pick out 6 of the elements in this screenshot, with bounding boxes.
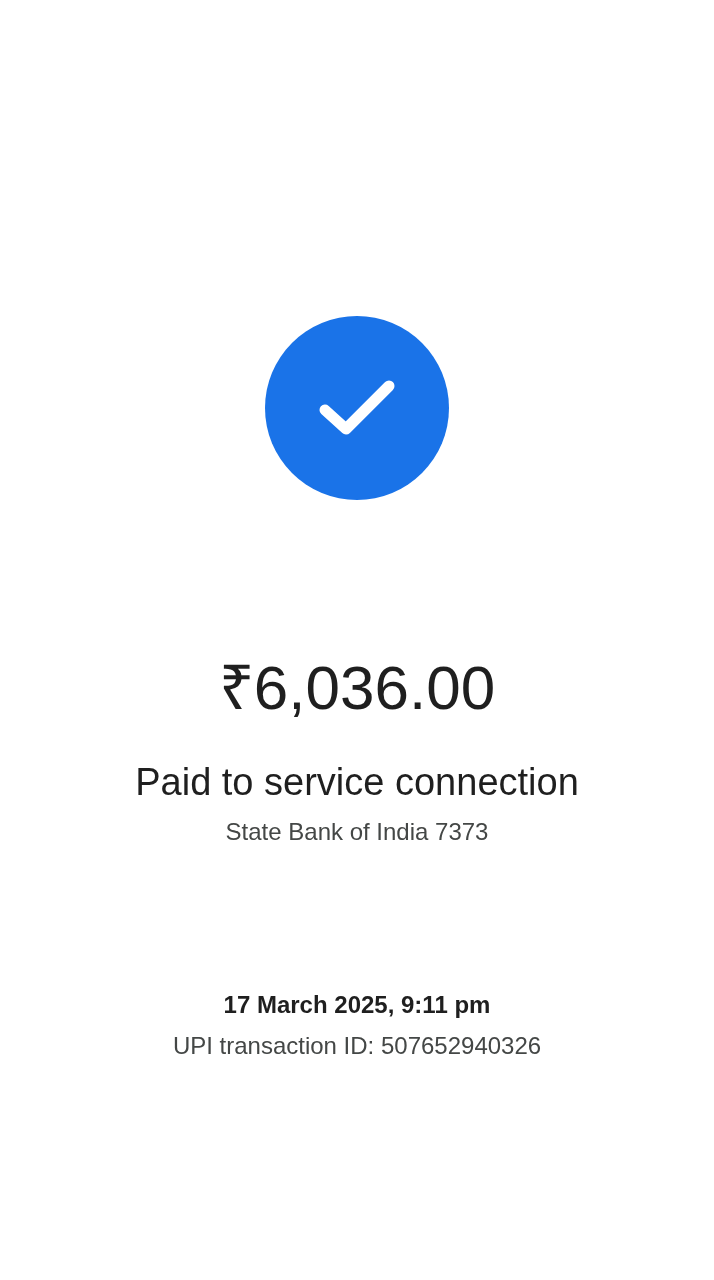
amount: ₹6,036.00 bbox=[218, 652, 496, 724]
date-time: 17 March 2025, 9:11 pm bbox=[223, 990, 491, 1020]
recipient: Paid to service connection bbox=[135, 760, 579, 805]
transaction-id: UPI transaction ID: 507652940326 bbox=[172, 1031, 542, 1061]
check-icon bbox=[319, 380, 395, 436]
account: State Bank of India 7373 bbox=[225, 817, 489, 847]
